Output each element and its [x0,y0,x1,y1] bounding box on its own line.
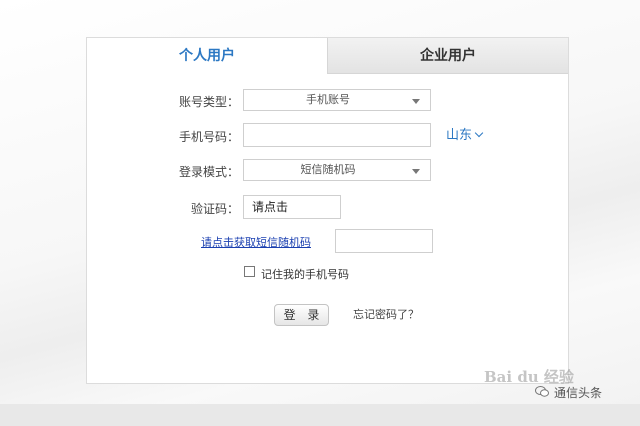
tab-enterprise-user[interactable]: 企业用户 [327,38,568,74]
captcha-label: 验证码： [190,202,239,216]
chevron-down-icon [412,169,420,174]
region-selector[interactable]: 山东 [446,124,484,143]
tab-personal-user[interactable]: 个人用户 [87,38,327,74]
sms-code-input[interactable] [335,229,433,253]
login-mode-value: 短信随机码 [300,163,356,176]
remember-phone-label: 记住我的手机号码 [261,268,349,281]
phone-input[interactable] [243,123,431,147]
region-value: 山东 [446,128,473,143]
login-panel: 个人用户 企业用户 账号类型： 手机账号 手机号码： 山东 登录模式： 短信随机… [86,37,569,384]
wechat-icon [535,386,549,397]
remember-phone-checkbox[interactable] [244,266,255,277]
account-type-value: 手机账号 [306,93,350,106]
phone-label: 手机号码： [178,130,239,144]
login-mode-select[interactable]: 短信随机码 [243,159,431,181]
bottom-strip [0,404,640,426]
chevron-down-icon [474,128,484,138]
forgot-password-link[interactable]: 忘记密码了？ [353,306,419,322]
get-sms-code-link[interactable]: 请点击获取短信随机码 [201,234,311,250]
captcha-image[interactable]: 请点击 [243,195,341,219]
login-mode-label: 登录模式： [178,165,239,179]
login-button[interactable]: 登 录 [274,304,329,326]
chevron-down-icon [412,99,420,104]
source-tag: 通信头条 [554,386,603,400]
account-type-select[interactable]: 手机账号 [243,89,431,111]
account-type-label: 账号类型： [178,95,239,109]
user-type-tabs: 个人用户 企业用户 [87,38,568,74]
